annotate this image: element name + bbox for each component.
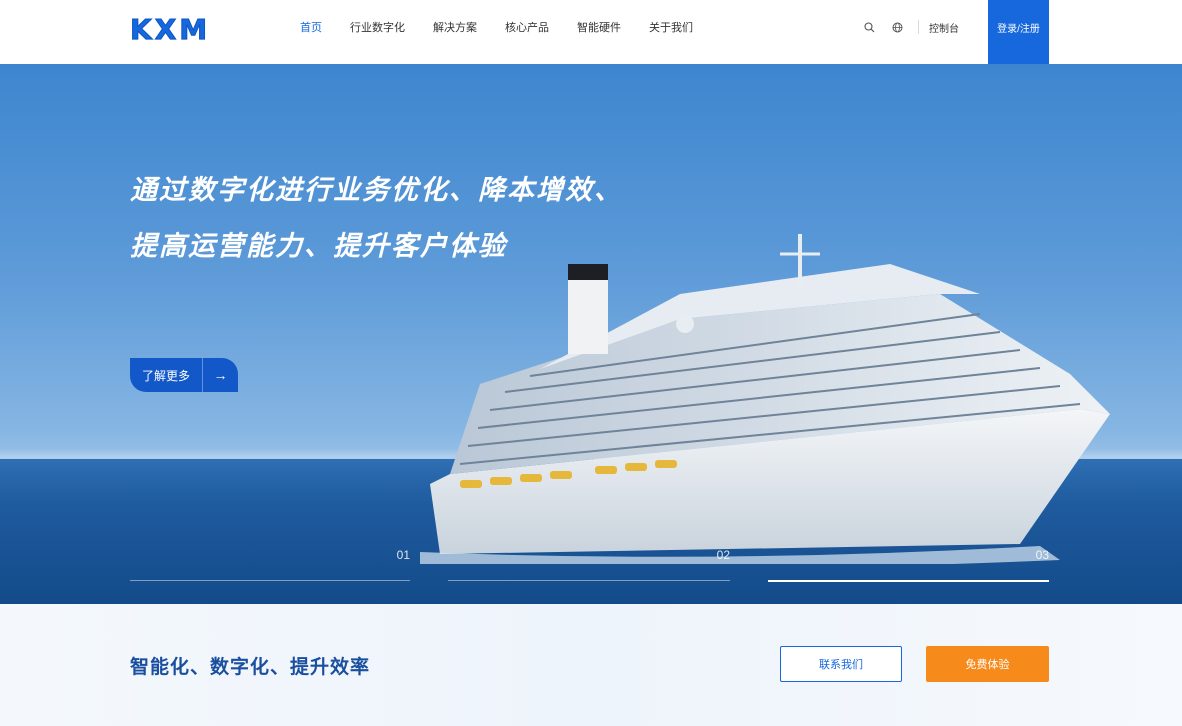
hero-title-line1: 通过数字化进行业务优化、降本增效、 — [130, 175, 623, 205]
top-navbar: KXM 首页 行业数字化 解决方案 核心产品 智能硬件 关于我们 控制台 登录/… — [0, 0, 1182, 64]
slide-indicator-2[interactable]: 02 — [448, 548, 730, 588]
search-icon[interactable] — [862, 20, 876, 34]
learn-more-label: 了解更多 — [142, 368, 191, 383]
nav-divider — [918, 20, 919, 34]
arrow-right-icon: → — [213, 367, 228, 383]
nav-item-smart-hardware[interactable]: 智能硬件 — [577, 19, 621, 35]
contact-us-button[interactable]: 联系我们 — [780, 646, 902, 682]
slide-progress-bar-active — [768, 580, 1049, 582]
console-link[interactable]: 控制台 — [929, 20, 959, 35]
nav-item-about-us[interactable]: 关于我们 — [649, 19, 693, 35]
cta-band: 智能化、数字化、提升效率 联系我们 免费体验 — [0, 604, 1182, 726]
slide-progress-bar — [130, 580, 410, 581]
band-title: 智能化、数字化、提升效率 — [130, 657, 371, 678]
slide-indicator-1[interactable]: 01 — [130, 548, 410, 588]
login-register-button[interactable]: 登录/注册 — [988, 0, 1049, 64]
learn-more-button[interactable]: 了解更多 → — [130, 358, 238, 392]
free-trial-button[interactable]: 免费体验 — [926, 646, 1049, 682]
slide-number: 03 — [1035, 548, 1049, 562]
kxm-logo[interactable]: KXM — [129, 12, 210, 46]
nav-item-industry-digitalization[interactable]: 行业数字化 — [350, 19, 405, 35]
main-menu: 首页 行业数字化 解决方案 核心产品 智能硬件 关于我们 — [300, 0, 721, 54]
nav-item-home[interactable]: 首页 — [300, 19, 322, 35]
globe-icon[interactable] — [890, 20, 904, 34]
slide-indicator-3[interactable]: 03 — [768, 548, 1049, 588]
slide-number: 01 — [396, 548, 410, 562]
slide-number: 02 — [716, 548, 730, 562]
nav-item-solutions[interactable]: 解决方案 — [433, 19, 477, 35]
hero-title-line2: 提高运营能力、提升客户体验 — [130, 231, 507, 261]
slide-progress-bar — [448, 580, 730, 581]
hero-banner: 通过数字化进行业务优化、降本增效、 提高运营能力、提升客户体验 了解更多 → 0… — [0, 64, 1182, 604]
nav-item-core-products[interactable]: 核心产品 — [505, 19, 549, 35]
nav-right-tools: 控制台 — [862, 0, 959, 54]
cruise-ship-image — [420, 234, 1110, 564]
